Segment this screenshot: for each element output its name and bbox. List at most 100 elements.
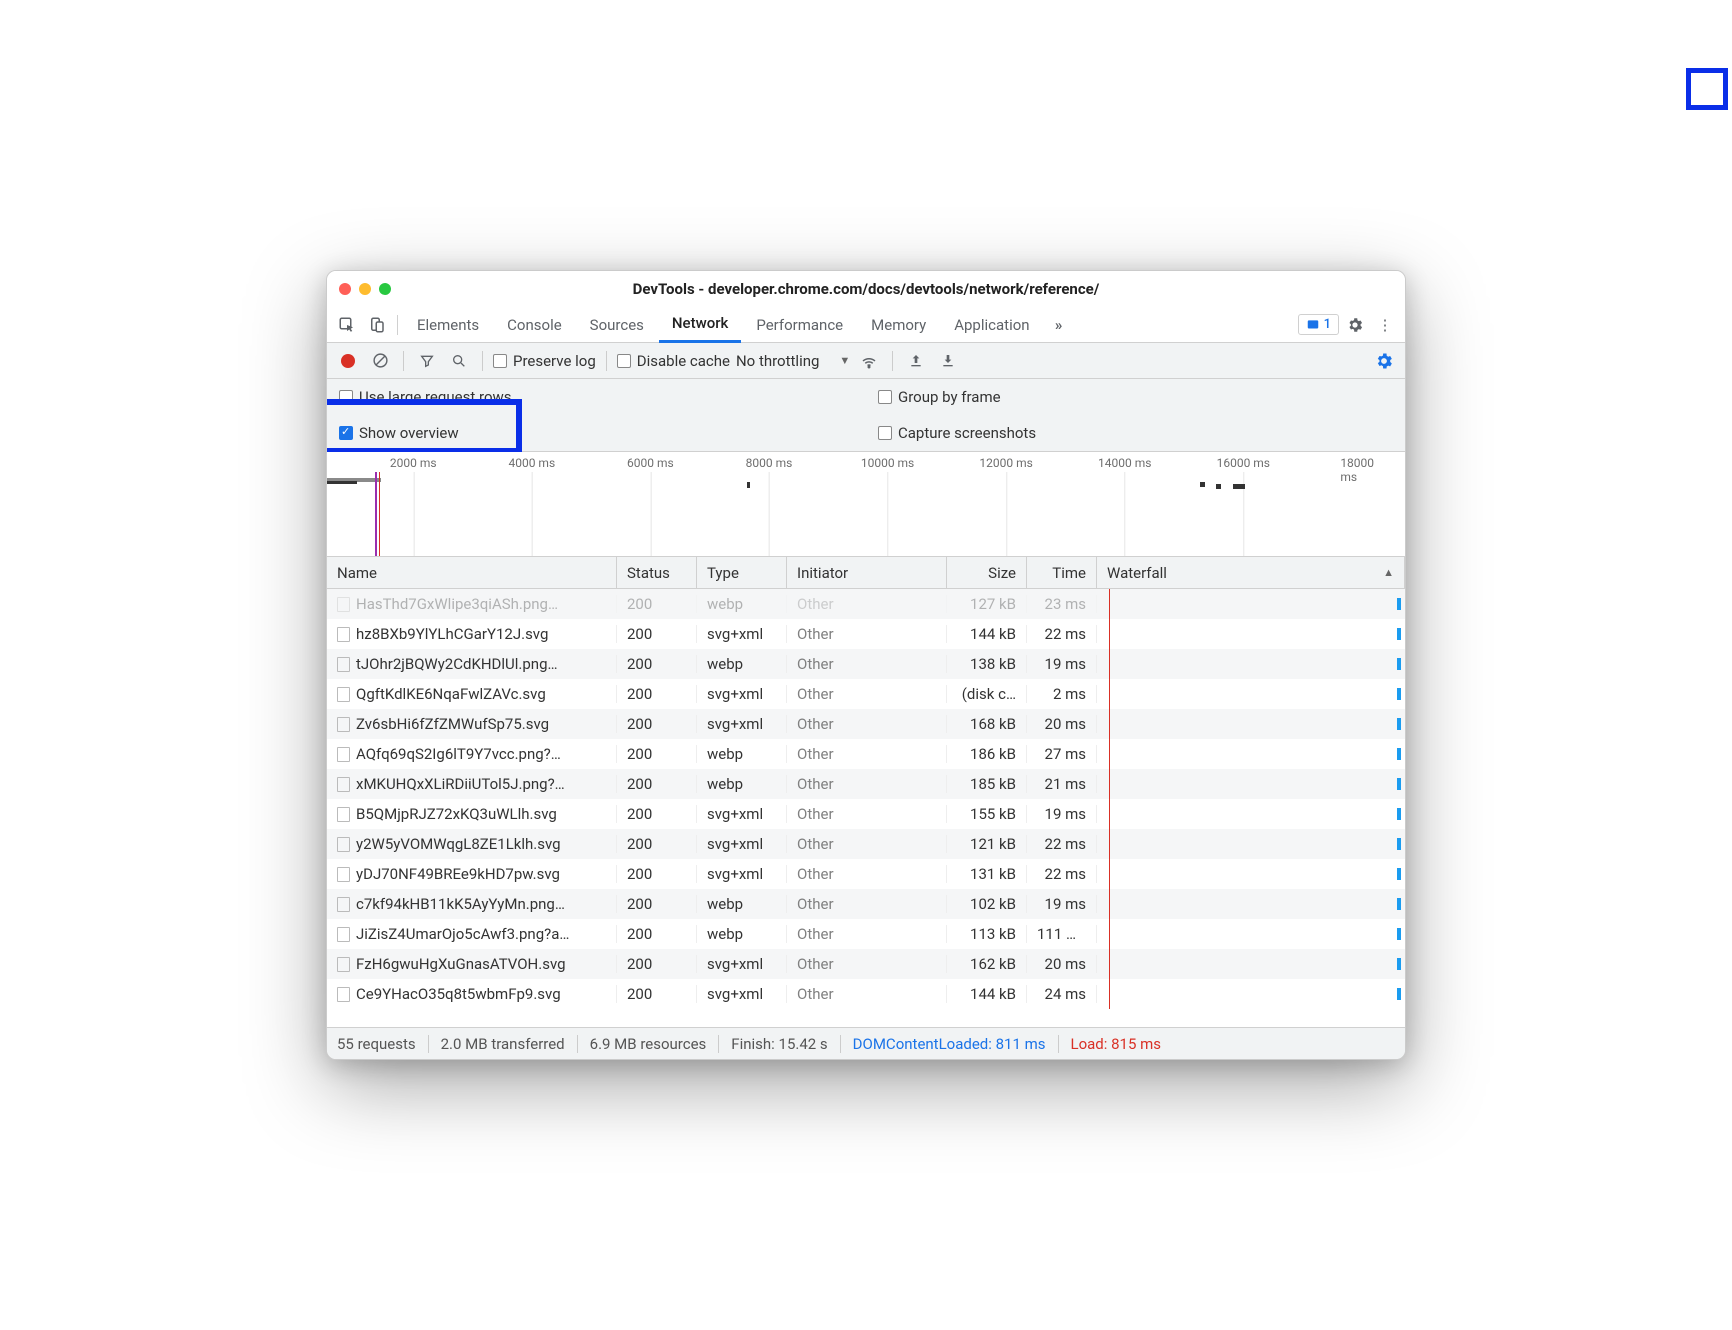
col-waterfall[interactable]: Waterfall ▲ [1097,557,1405,588]
file-icon [337,627,350,642]
col-name[interactable]: Name [327,557,617,588]
table-row[interactable]: HasThd7GxWlipe3qiASh.png… 200 webp Other… [327,589,1405,619]
search-icon[interactable] [446,348,472,374]
table-row[interactable]: QgftKdlKE6NqaFwlZAVc.svg 200 svg+xml Oth… [327,679,1405,709]
device-toggle-icon[interactable] [363,311,391,339]
col-type[interactable]: Type [697,557,787,588]
capture-screenshots-checkbox[interactable]: Capture screenshots [878,424,1036,442]
request-status: 200 [617,925,697,943]
filter-icon[interactable] [414,348,440,374]
request-initiator: Other [787,685,947,703]
network-settings-gear-icon[interactable] [1371,348,1397,374]
inspect-icon[interactable] [333,311,361,339]
request-time: 21 ms [1027,775,1097,793]
record-button[interactable] [335,348,361,374]
file-icon [337,867,350,882]
table-row[interactable]: c7kf94kHB11kK5AyYyMn.png… 200 webp Other… [327,889,1405,919]
table-row[interactable]: y2W5yVOMWqgL8ZE1Lklh.svg 200 svg+xml Oth… [327,829,1405,859]
col-time[interactable]: Time [1027,557,1097,588]
request-time: 20 ms [1027,715,1097,733]
network-conditions-icon[interactable] [856,348,882,374]
request-time: 19 ms [1027,655,1097,673]
request-type: webp [697,745,787,763]
table-row[interactable]: FzH6gwuHgXuGnasATVOH.svg 200 svg+xml Oth… [327,949,1405,979]
request-name: xMKUHQxXLiRDiiUTol5J.png?… [356,775,565,793]
throttling-select[interactable]: No throttling ▼ [736,352,850,370]
file-icon [337,987,350,1002]
request-type: webp [697,595,787,613]
tab-sources[interactable]: Sources [577,307,657,343]
request-initiator: Other [787,895,947,913]
col-initiator[interactable]: Initiator [787,557,947,588]
table-row[interactable]: xMKUHQxXLiRDiiUTol5J.png?… 200 webp Othe… [327,769,1405,799]
request-time: 20 ms [1027,955,1097,973]
file-icon [337,807,350,822]
table-row[interactable]: JiZisZ4UmarOjo5cAwf3.png?a… 200 webp Oth… [327,919,1405,949]
request-status: 200 [617,775,697,793]
request-status: 200 [617,685,697,703]
disable-cache-label: Disable cache [637,352,730,370]
col-size[interactable]: Size [947,557,1027,588]
waterfall-cell [1097,739,1405,769]
waterfall-cell [1097,769,1405,799]
minimize-window[interactable] [359,283,371,295]
tab-application[interactable]: Application [941,307,1042,343]
request-time: 22 ms [1027,865,1097,883]
table-row[interactable]: B5QMjpRJZ72xKQ3uWLlh.svg 200 svg+xml Oth… [327,799,1405,829]
tab-memory[interactable]: Memory [858,307,939,343]
request-type: svg+xml [697,955,787,973]
traffic-lights [339,283,391,295]
request-status: 200 [617,865,697,883]
maximize-window[interactable] [379,283,391,295]
request-status: 200 [617,655,697,673]
request-status: 200 [617,595,697,613]
request-type: webp [697,655,787,673]
request-type: svg+xml [697,835,787,853]
waterfall-cell [1097,889,1405,919]
request-status: 200 [617,715,697,733]
col-status[interactable]: Status [617,557,697,588]
request-type: svg+xml [697,865,787,883]
tab-performance[interactable]: Performance [743,307,856,343]
upload-har-icon[interactable] [903,348,929,374]
request-initiator: Other [787,595,947,613]
request-size: 131 kB [947,865,1027,883]
tab-elements[interactable]: Elements [404,307,492,343]
more-menu-icon[interactable]: ⋮ [1371,311,1399,339]
file-icon [337,597,350,612]
table-row[interactable]: tJOhr2jBQWy2CdKHDlUl.png… 200 webp Other… [327,649,1405,679]
preserve-log-checkbox[interactable]: Preserve log [493,352,596,370]
request-size: 162 kB [947,955,1027,973]
waterfall-cell [1097,709,1405,739]
table-row[interactable]: hz8BXb9YlYLhCGarY12J.svg 200 svg+xml Oth… [327,619,1405,649]
close-window[interactable] [339,283,351,295]
table-row[interactable]: Ce9YHacO35q8t5wbmFp9.svg 200 svg+xml Oth… [327,979,1405,1009]
table-row[interactable]: AQfq69qS2Ig6lT9Y7vcc.png?… 200 webp Othe… [327,739,1405,769]
annotation-show-overview-highlight [326,399,522,454]
clear-icon[interactable] [367,348,393,374]
more-tabs-icon[interactable]: » [1045,311,1073,339]
overview-timeline[interactable]: 2000 ms 4000 ms 6000 ms 8000 ms 10000 ms… [327,452,1405,557]
stat-load: Load: 815 ms [1071,1035,1162,1053]
request-name: hz8BXb9YlYLhCGarY12J.svg [356,625,548,643]
table-row[interactable]: yDJ70NF49BREe9kHD7pw.svg 200 svg+xml Oth… [327,859,1405,889]
group-by-frame-checkbox[interactable]: Group by frame [878,388,1001,406]
request-status: 200 [617,805,697,823]
status-bar: 55 requests 2.0 MB transferred 6.9 MB re… [327,1027,1405,1059]
issues-badge[interactable]: 1 [1298,314,1339,335]
download-har-icon[interactable] [935,348,961,374]
timeline-tick: 2000 ms [390,456,437,470]
settings-icon[interactable] [1341,311,1369,339]
file-icon [337,687,350,702]
request-size: 186 kB [947,745,1027,763]
waterfall-cell [1097,949,1405,979]
tab-network[interactable]: Network [659,307,741,343]
disable-cache-checkbox[interactable]: Disable cache [617,352,730,370]
file-icon [337,717,350,732]
timeline-tick: 18000 ms [1340,456,1383,484]
stat-finish: Finish: 15.42 s [731,1035,827,1053]
request-time: 19 ms [1027,805,1097,823]
tab-console[interactable]: Console [494,307,575,343]
table-row[interactable]: Zv6sbHi6fZfZMWufSp75.svg 200 svg+xml Oth… [327,709,1405,739]
table-header: Name Status Type Initiator Size Time Wat… [327,557,1405,589]
